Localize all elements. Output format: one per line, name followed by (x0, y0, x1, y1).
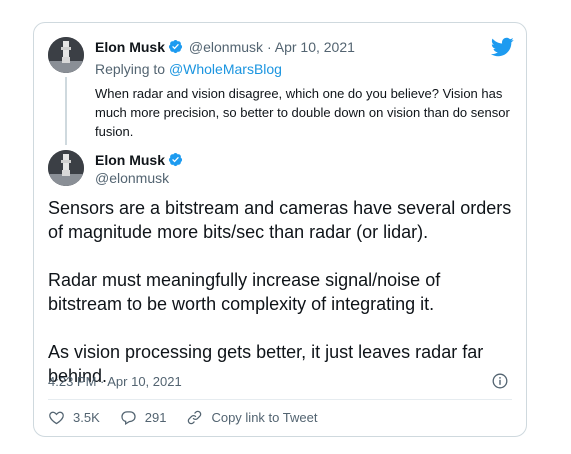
main-author-avatar[interactable] (48, 150, 84, 186)
replying-to-line: Replying to @WholeMarsBlog (95, 61, 282, 77)
tweet-paragraph: Sensors are a bitstream and cameras have… (48, 198, 512, 242)
reply-tweet-header: Elon Musk @elonmusk · Apr 10, 2021 (95, 39, 355, 55)
separator-dot: · (266, 39, 272, 55)
replying-to-mention[interactable]: @WholeMarsBlog (169, 61, 282, 77)
tweet-actions-bar: 3.5K 291 Copy link to Tweet (48, 409, 337, 426)
tweet-paragraph: Radar must meaningfully increase signal/… (48, 270, 441, 314)
reply-author-name[interactable]: Elon Musk (95, 39, 165, 55)
link-icon (188, 410, 202, 425)
comment-icon (121, 411, 136, 426)
reply-button[interactable]: 291 (120, 409, 167, 426)
info-icon[interactable] (492, 373, 508, 389)
reply-author-avatar[interactable] (48, 37, 84, 73)
main-author-name[interactable]: Elon Musk (95, 152, 165, 168)
twitter-bird-icon[interactable] (490, 37, 514, 57)
main-author-name-row: Elon Musk (95, 152, 185, 170)
replying-to-label: Replying to (95, 61, 166, 77)
tweet-timestamp-link[interactable]: 4:23 PM · Apr 10, 2021 (48, 374, 182, 389)
like-count: 3.5K (73, 410, 100, 425)
thread-connector-line (65, 77, 67, 145)
reply-count: 291 (144, 410, 167, 425)
embedded-tweet-card[interactable]: Elon Musk @elonmusk · Apr 10, 2021 Reply… (33, 22, 527, 437)
verified-badge-icon (168, 39, 183, 54)
main-author-handle[interactable]: @elonmusk (95, 170, 169, 186)
heart-icon (49, 411, 64, 425)
reply-date-link[interactable]: Apr 10, 2021 (275, 39, 355, 55)
reply-tweet-text: When radar and vision disagree, which on… (95, 86, 510, 139)
like-button[interactable]: 3.5K (48, 409, 100, 426)
copy-link-label: Copy link to Tweet (211, 410, 318, 425)
reply-author-handle[interactable]: @elonmusk (189, 39, 263, 55)
copy-link-button[interactable]: Copy link to Tweet (186, 409, 317, 426)
action-divider (48, 399, 512, 400)
verified-badge-icon (168, 152, 183, 167)
